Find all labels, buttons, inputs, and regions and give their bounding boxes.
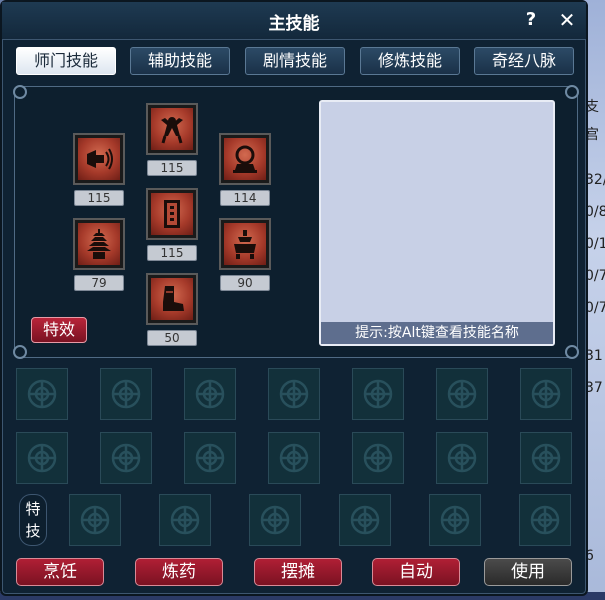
empty-skill-slot[interactable] [100,368,152,420]
window-title: 主技能 [268,14,320,34]
knot-emblem-icon [170,505,200,535]
skill-level: 115 [147,160,197,176]
knot-emblem-icon [531,443,561,473]
knot-emblem-icon [111,379,141,409]
knot-emblem-icon [195,379,225,409]
skill-level: 114 [220,190,270,206]
knot-emblem-icon [350,505,380,535]
tab-meridians[interactable]: 奇经八脉 [474,47,574,75]
knot-emblem-icon [195,443,225,473]
special-skill-slot[interactable] [519,494,571,546]
knot-emblem-icon [27,379,57,409]
skill-slot-3[interactable] [219,133,271,185]
alchemy-button[interactable]: 炼药 [135,558,223,586]
close-button[interactable]: ✕ [555,8,579,32]
use-button[interactable]: 使用 [484,558,572,586]
demon-figure-icon [161,117,183,144]
knot-emblem-icon [363,443,393,473]
tab-bar: 师门技能 辅助技能 剧情技能 修炼技能 奇经八脉 [16,47,576,75]
knot-emblem-icon [279,443,309,473]
empty-skill-slot[interactable] [352,432,404,484]
skill-level: 50 [147,330,197,346]
empty-skill-slot[interactable] [436,368,488,420]
stall-button[interactable]: 摆摊 [254,558,342,586]
knot-emblem-icon [27,443,57,473]
alt-key-hint: 提示:按Alt键查看技能名称 [321,322,553,344]
special-skill-slot[interactable] [69,494,121,546]
knot-emblem-icon [531,379,561,409]
cooking-button[interactable]: 烹饪 [16,558,104,586]
knot-emblem-icon [447,443,477,473]
tab-school-skills[interactable]: 师门技能 [16,47,116,75]
skill-slot-2[interactable] [146,103,198,155]
tab-story-skills[interactable]: 剧情技能 [245,47,345,75]
effect-button[interactable]: 特效 [31,317,87,343]
scroll-talisman-icon [164,200,180,228]
corner-ornament [13,345,27,359]
horn-speaker-icon [87,148,113,170]
empty-skill-slot[interactable] [16,368,68,420]
knot-emblem-icon [440,505,470,535]
empty-skill-slot[interactable] [520,432,572,484]
skill-panel: 115 115 114 115 79 90 50 特效 提示:按Alt键查看技能… [13,85,579,359]
skill-level: 115 [74,190,124,206]
empty-skill-slot[interactable] [520,368,572,420]
tab-cultivation-skills[interactable]: 修炼技能 [360,47,460,75]
incense-burner-icon [234,230,256,259]
special-skill-label: 特技 [19,494,47,546]
corner-ornament [565,345,579,359]
skill-slot-6[interactable] [219,218,271,270]
skill-level: 115 [147,245,197,261]
empty-skill-slot[interactable] [184,432,236,484]
title-bar[interactable]: 主技能 ? ✕ [2,2,586,40]
empty-skill-slot[interactable] [436,432,488,484]
auto-button[interactable]: 自动 [372,558,460,586]
empty-skill-slot[interactable] [16,432,68,484]
corner-ornament [13,85,27,99]
skill-description-box: 提示:按Alt键查看技能名称 [319,100,555,346]
skill-slot-7[interactable] [146,273,198,325]
knot-emblem-icon [260,505,290,535]
main-skill-window: 主技能 ? ✕ 师门技能 辅助技能 剧情技能 修炼技能 奇经八脉 115 115… [0,0,588,596]
skill-level: 79 [74,275,124,291]
empty-skill-slot[interactable] [268,368,320,420]
empty-skill-slot[interactable] [268,432,320,484]
knot-emblem-icon [279,379,309,409]
bell-altar-icon [233,145,257,173]
skill-slot-5[interactable] [73,218,125,270]
knot-emblem-icon [363,379,393,409]
special-skill-slot[interactable] [429,494,481,546]
corner-ornament [565,85,579,99]
special-skill-slot[interactable] [339,494,391,546]
skill-level: 90 [220,275,270,291]
special-skill-slot[interactable] [159,494,211,546]
knot-emblem-icon [530,505,560,535]
empty-skill-slot[interactable] [100,432,152,484]
pagoda-icon [87,229,111,259]
knot-emblem-icon [80,505,110,535]
tab-support-skills[interactable]: 辅助技能 [130,47,230,75]
boot-icon [163,286,184,311]
empty-skill-slot[interactable] [352,368,404,420]
help-button[interactable]: ? [519,8,543,32]
special-skill-slot[interactable] [249,494,301,546]
empty-skill-slot[interactable] [184,368,236,420]
skill-slot-4[interactable] [146,188,198,240]
knot-emblem-icon [111,443,141,473]
knot-emblem-icon [447,379,477,409]
skill-slot-1[interactable] [73,133,125,185]
